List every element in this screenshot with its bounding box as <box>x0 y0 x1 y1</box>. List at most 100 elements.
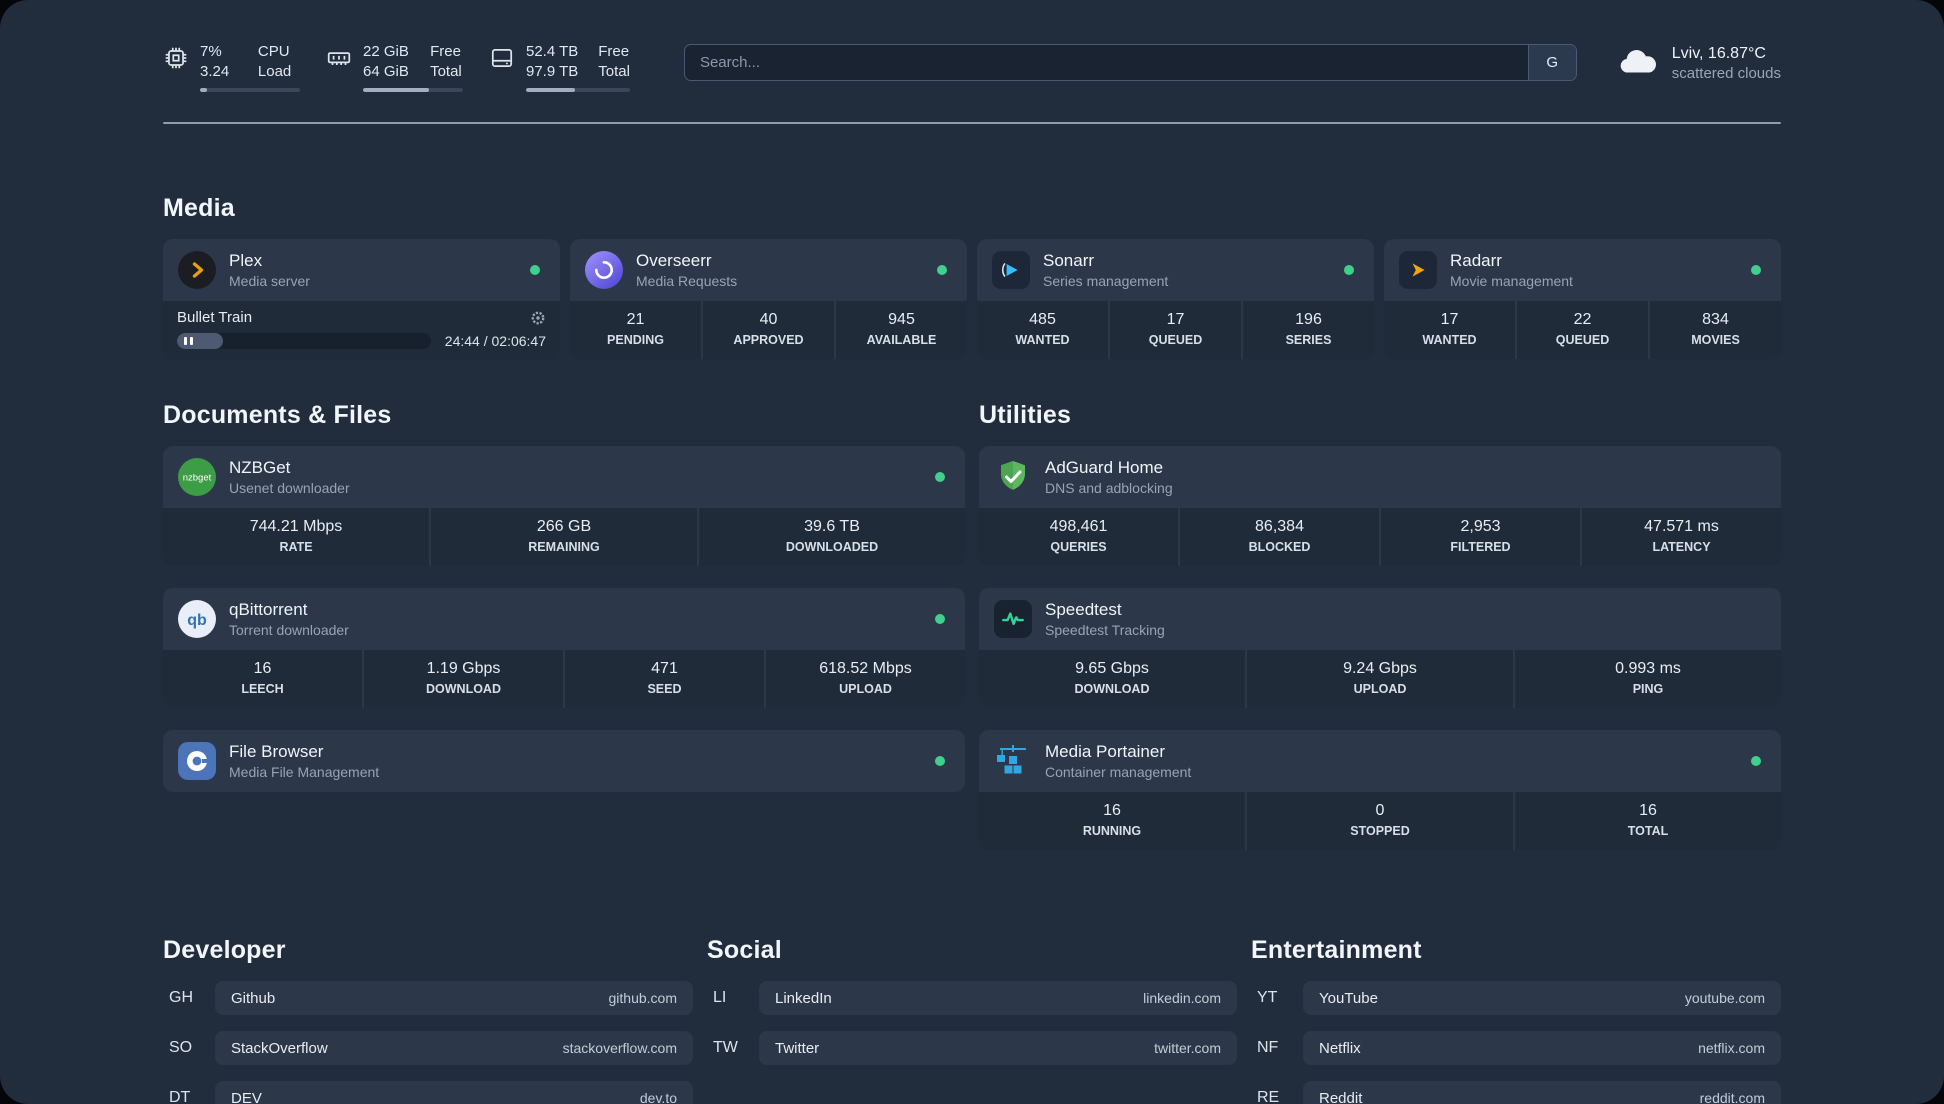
service-card-speedtest: Speedtest Speedtest Tracking 9.65 Gbps D… <box>979 588 1781 708</box>
service-name: qBittorrent <box>229 600 308 619</box>
adguard-icon <box>994 458 1032 496</box>
stat-label: DOWNLOAD <box>426 682 501 696</box>
bookmark-link-linkedin[interactable]: LinkedIn linkedin.com <box>759 981 1237 1015</box>
stat-value: 498,461 <box>1049 518 1108 535</box>
stat-value: 266 GB <box>536 518 592 535</box>
service-link-nzbget[interactable]: nzbget NZBGet Usenet downloader <box>163 446 965 508</box>
service-subtitle: Speedtest Tracking <box>1045 622 1165 638</box>
cpu-usage-value: 7% <box>200 43 222 60</box>
stat-filtered: 2,953 FILTERED <box>1381 508 1580 566</box>
stat-value: 16 <box>1639 802 1657 819</box>
service-name: Radarr <box>1450 251 1502 270</box>
playback-time: 24:44 / 02:06:47 <box>444 333 546 349</box>
stat-total: 16 TOTAL <box>1515 792 1781 850</box>
playback-progress-fill <box>177 333 223 349</box>
stat-value: 9.24 Gbps <box>1343 660 1417 677</box>
service-name: Plex <box>229 251 263 270</box>
stat-label: BLOCKED <box>1248 540 1311 554</box>
stat-value: 485 <box>1029 311 1056 328</box>
bookmark-abbr: DT <box>169 1089 191 1104</box>
stat-available: 945 AVAILABLE <box>836 301 967 359</box>
status-dot <box>935 614 945 624</box>
service-subtitle: Movie management <box>1450 273 1573 289</box>
bookmark-link-dev[interactable]: DEV dev.to <box>215 1081 693 1104</box>
bookmark-abbr: TW <box>713 1039 738 1056</box>
bookmark-abbr: RE <box>1257 1089 1280 1104</box>
service-link-adguard[interactable]: AdGuard Home DNS and adblocking <box>979 446 1781 508</box>
stat-wanted: 17 WANTED <box>1384 301 1515 359</box>
service-link-speedtest[interactable]: Speedtest Speedtest Tracking <box>979 588 1781 650</box>
service-link-plex[interactable]: Plex Media server <box>163 239 560 301</box>
stat-seed: 471 SEED <box>565 650 764 708</box>
stat-label: APPROVED <box>733 333 804 347</box>
stat-label: REMAINING <box>528 540 600 554</box>
bookmark-link-reddit[interactable]: Reddit reddit.com <box>1303 1081 1781 1104</box>
bookmark-stackoverflow: SO StackOverflow stackoverflow.com <box>163 1031 693 1065</box>
bookmark-link-stackoverflow[interactable]: StackOverflow stackoverflow.com <box>215 1031 693 1065</box>
service-link-radarr[interactable]: Radarr Movie management <box>1384 239 1781 301</box>
weather-location-temp: Lviv, 16.87°C <box>1671 45 1766 62</box>
section-title-social: Social <box>707 936 782 964</box>
status-dot <box>1751 265 1761 275</box>
service-subtitle: DNS and adblocking <box>1045 480 1173 496</box>
search-input[interactable] <box>684 45 1528 80</box>
bookmark-url: github.com <box>608 990 677 1006</box>
stat-upload: 618.52 Mbps UPLOAD <box>766 650 965 708</box>
stat-value: 9.65 Gbps <box>1075 660 1149 677</box>
memory-total-value: 64 GiB <box>363 63 409 80</box>
bookmark-link-youtube[interactable]: YouTube youtube.com <box>1303 981 1781 1015</box>
service-card-portainer: Media Portainer Container management 16 … <box>979 730 1781 850</box>
stat-value: 39.6 TB <box>804 518 860 535</box>
nzbget-icon: nzbget <box>178 458 216 496</box>
service-name: NZBGet <box>229 458 291 477</box>
status-dot <box>935 472 945 482</box>
bookmark-twitter: TW Twitter twitter.com <box>707 1031 1237 1065</box>
stat-label: PING <box>1632 682 1664 696</box>
portainer-stats: 16 RUNNING 0 STOPPED 16 TOTAL <box>979 792 1781 850</box>
service-link-qbittorrent[interactable]: qb qBittorrent Torrent downloader <box>163 588 965 650</box>
bookmark-link-github[interactable]: Github github.com <box>215 981 693 1015</box>
cloud-icon <box>1617 46 1659 81</box>
stat-value: 834 <box>1702 311 1729 328</box>
qbittorrent-stats: 16 LEECH 1.19 Gbps DOWNLOAD 471 SEED 618… <box>163 650 965 708</box>
status-dot <box>1344 265 1354 275</box>
stat-value: 618.52 Mbps <box>819 660 912 677</box>
stat-download: 1.19 Gbps DOWNLOAD <box>364 650 563 708</box>
bookmark-link-netflix[interactable]: Netflix netflix.com <box>1303 1031 1781 1065</box>
service-link-overseerr[interactable]: Overseerr Media Requests <box>570 239 967 301</box>
gear-icon[interactable] <box>530 310 546 326</box>
service-subtitle: Media File Management <box>229 764 380 780</box>
service-link-portainer[interactable]: Media Portainer Container management <box>979 730 1781 792</box>
stat-running: 16 RUNNING <box>979 792 1245 850</box>
bookmark-name: LinkedIn <box>775 989 832 1007</box>
service-subtitle: Media server <box>229 273 310 289</box>
service-subtitle: Media Requests <box>636 273 738 289</box>
service-name: File Browser <box>229 742 324 761</box>
stat-label: UPLOAD <box>839 682 892 696</box>
bookmark-abbr: YT <box>1257 989 1278 1006</box>
bookmark-link-twitter[interactable]: Twitter twitter.com <box>759 1031 1237 1065</box>
service-card-qbittorrent: qb qBittorrent Torrent downloader 16 LEE… <box>163 588 965 708</box>
bookmark-name: StackOverflow <box>231 1039 328 1057</box>
service-name: Media Portainer <box>1045 742 1166 761</box>
bookmark-linkedin: LI LinkedIn linkedin.com <box>707 981 1237 1015</box>
bookmark-name: Reddit <box>1319 1089 1363 1104</box>
bookmark-abbr: SO <box>169 1039 193 1056</box>
disk-free-value: 52.4 TB <box>526 43 579 60</box>
column-utilities: Utilities AdGuard Home DNS and adblockin… <box>979 401 1781 850</box>
qbittorrent-icon: qb <box>178 600 216 638</box>
stat-series: 196 SERIES <box>1243 301 1374 359</box>
service-link-sonarr[interactable]: Sonarr Series management <box>977 239 1374 301</box>
stat-label: DOWNLOADED <box>785 540 879 554</box>
search-provider-button[interactable]: G <box>1527 45 1576 80</box>
bookmark-abbr: NF <box>1257 1039 1279 1056</box>
stat-download: 9.65 Gbps DOWNLOAD <box>979 650 1245 708</box>
service-card-radarr: Radarr Movie management 17 WANTED 22 QUE… <box>1384 239 1781 359</box>
service-link-filebrowser[interactable]: File Browser Media File Management <box>163 730 965 792</box>
service-card-nzbget: nzbget NZBGet Usenet downloader 744.21 M… <box>163 446 965 566</box>
overseerr-icon <box>585 251 623 289</box>
stat-stopped: 0 STOPPED <box>1247 792 1513 850</box>
weather-condition: scattered clouds <box>1671 65 1781 82</box>
disk-icon <box>489 42 515 92</box>
stat-value: 0 <box>1375 802 1385 819</box>
